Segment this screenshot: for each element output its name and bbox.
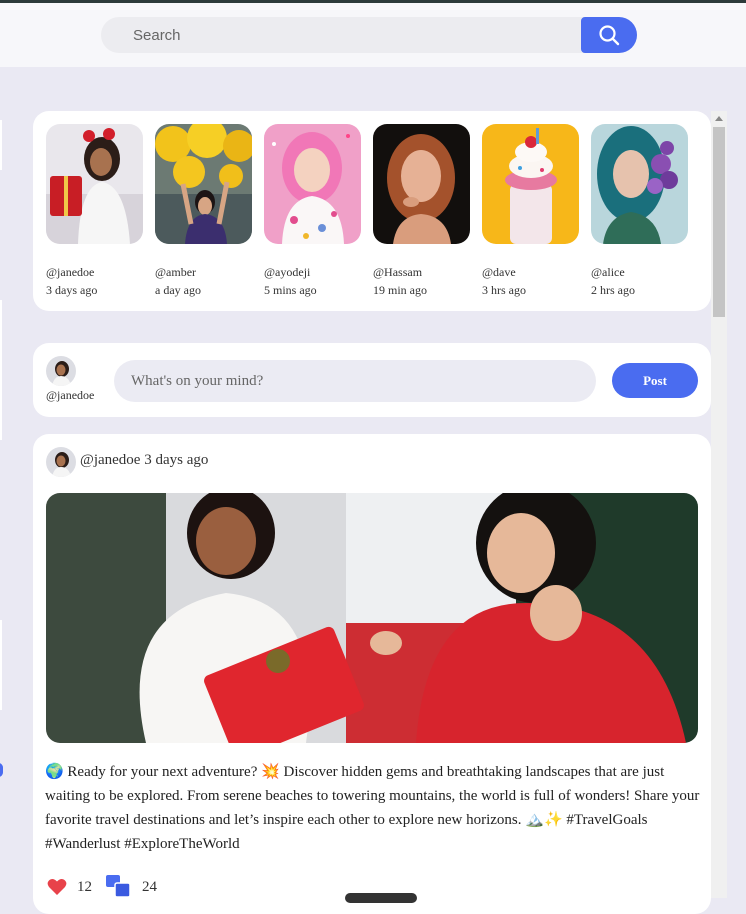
bottom-handle — [345, 893, 417, 903]
story-item[interactable]: @alice 2 hrs ago — [591, 124, 688, 298]
story-username[interactable]: @amber — [155, 264, 252, 280]
story-thumbnail[interactable] — [482, 124, 579, 244]
post-input[interactable] — [114, 360, 596, 402]
search-bar — [101, 17, 637, 53]
story-item[interactable]: @ayodeji 5 mins ago — [264, 124, 361, 298]
composer-card: @janedoe Post — [33, 343, 711, 417]
composer-username: @janedoe — [46, 388, 95, 402]
story-item[interactable]: @amber a day ago — [155, 124, 252, 298]
side-indicator — [0, 763, 3, 777]
like-count: 12 — [77, 878, 92, 895]
story-thumbnail[interactable] — [46, 124, 143, 244]
post-text: 🌍 Ready for your next adventure? 💥 Disco… — [45, 764, 700, 852]
story-time: 2 hrs ago — [591, 283, 635, 297]
post-card: @janedoe 3 days ago 🌍 Ready for your nex… — [33, 434, 711, 914]
search-input[interactable] — [101, 17, 581, 53]
scroll-up-icon[interactable] — [715, 116, 723, 121]
heart-icon[interactable] — [47, 878, 67, 896]
story-time: 3 days ago — [46, 283, 98, 297]
comment-icon[interactable] — [106, 875, 132, 899]
post-image[interactable] — [46, 493, 698, 743]
story-username[interactable]: @dave — [482, 264, 579, 280]
post-author-line[interactable]: @janedoe 3 days ago — [80, 452, 208, 469]
story-username[interactable]: @alice — [591, 264, 688, 280]
story-thumbnail[interactable] — [155, 124, 252, 244]
story-item[interactable]: @janedoe 3 days ago — [46, 124, 143, 298]
scrollbar[interactable] — [711, 111, 727, 898]
post-reactions: 12 24 — [47, 875, 171, 899]
story-thumbnail[interactable] — [264, 124, 361, 244]
search-button[interactable] — [581, 17, 637, 53]
story-username[interactable]: @ayodeji — [264, 264, 361, 280]
story-time: 3 hrs ago — [482, 283, 526, 297]
comment-count: 24 — [142, 878, 157, 895]
story-item[interactable]: @dave 3 hrs ago — [482, 124, 579, 298]
story-time: 5 mins ago — [264, 283, 317, 297]
story-username[interactable]: @janedoe — [46, 264, 143, 280]
story-item[interactable]: @Hassam 19 min ago — [373, 124, 470, 298]
story-time: a day ago — [155, 283, 201, 297]
header — [0, 3, 746, 67]
post-button[interactable]: Post — [612, 363, 698, 398]
stories-card: @janedoe 3 days ago @amber a day ago @ay… — [33, 111, 711, 311]
story-time: 19 min ago — [373, 283, 427, 297]
scrollbar-thumb[interactable] — [713, 127, 725, 317]
search-icon — [599, 25, 620, 46]
avatar[interactable] — [46, 447, 76, 477]
story-username[interactable]: @Hassam — [373, 264, 470, 280]
story-thumbnail[interactable] — [591, 124, 688, 244]
avatar[interactable] — [46, 356, 76, 386]
story-thumbnail[interactable] — [373, 124, 470, 244]
